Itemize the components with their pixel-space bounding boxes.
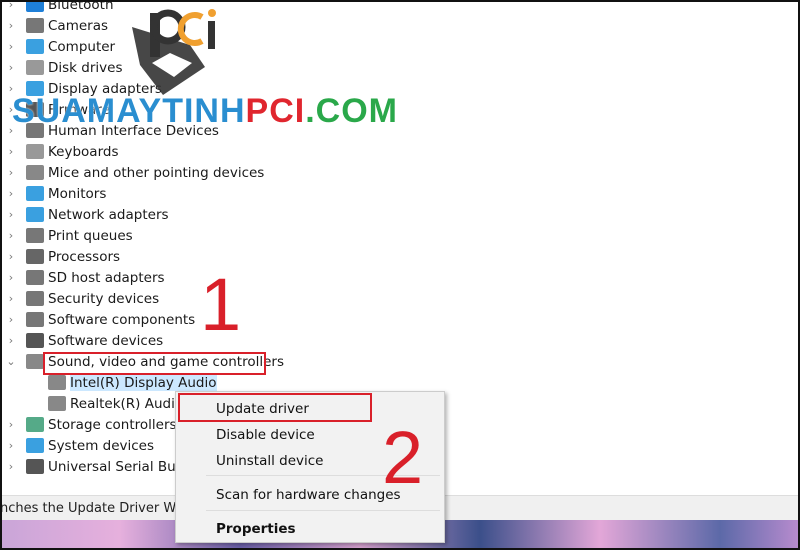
tree-item-label: Software components [48, 311, 196, 328]
camera-icon [26, 18, 44, 33]
chevron-right-icon[interactable]: › [6, 439, 16, 452]
chevron-down-icon[interactable]: ⌄ [6, 355, 16, 368]
tree-item-label: System devices [48, 437, 155, 454]
speaker-icon [48, 396, 66, 411]
chevron-right-icon[interactable]: › [6, 61, 16, 74]
watermark: SUAMAYTINHPCI.COM [12, 92, 398, 131]
tree-item-label: Mice and other pointing devices [48, 164, 265, 181]
tree-item[interactable]: › Print queues [0, 225, 300, 246]
tree-item-label: Network adapters [48, 206, 169, 223]
tree-item-label: Disk drives [48, 59, 123, 76]
pci-logo [132, 9, 216, 95]
processor-icon [26, 249, 44, 264]
menu-separator [206, 510, 440, 511]
chevron-right-icon[interactable]: › [6, 292, 16, 305]
system-icon [26, 438, 44, 453]
chevron-right-icon[interactable]: › [6, 145, 16, 158]
speaker-icon [26, 354, 44, 369]
chevron-right-icon[interactable]: › [6, 187, 16, 200]
disk-drive-icon [26, 60, 44, 75]
tree-item-label: Monitors [48, 185, 107, 202]
tree-item-label: Intel(R) Display Audio [70, 374, 217, 391]
chevron-right-icon[interactable]: › [6, 40, 16, 53]
chevron-right-icon[interactable]: › [6, 418, 16, 431]
tree-item[interactable]: › Software devices [0, 330, 300, 351]
monitor-icon [26, 186, 44, 201]
chevron-right-icon[interactable]: › [6, 250, 16, 263]
usb-icon [26, 459, 44, 474]
tree-item-label: Bluetooth [48, 0, 114, 13]
watermark-part-3: .COM [305, 92, 399, 130]
keyboard-icon [26, 144, 44, 159]
computer-icon [26, 39, 44, 54]
step-number-1: 1 [200, 263, 242, 346]
chevron-right-icon[interactable]: › [6, 166, 16, 179]
tree-item[interactable]: › SD host adapters [0, 267, 300, 288]
network-icon [26, 207, 44, 222]
menu-item-properties[interactable]: Properties [216, 521, 296, 537]
tree-item-label: Cameras [48, 17, 109, 34]
status-text: nches the Update Driver Wiza [0, 501, 195, 516]
chevron-right-icon[interactable]: › [6, 313, 16, 326]
chevron-right-icon[interactable]: › [6, 229, 16, 242]
chevron-right-icon[interactable]: › [6, 271, 16, 284]
tree-item[interactable]: › Keyboards [0, 141, 300, 162]
software-component-icon [26, 312, 44, 327]
software-device-icon [26, 333, 44, 348]
watermark-part-1: SUAMAYTINH [12, 92, 246, 130]
tree-item-label: Print queues [48, 227, 133, 244]
chevron-right-icon[interactable]: › [6, 208, 16, 221]
tree-item-label: SD host adapters [48, 269, 165, 286]
storage-icon [26, 417, 44, 432]
tree-item[interactable]: › Mice and other pointing devices [0, 162, 300, 183]
tree-item-label: Computer [48, 38, 116, 55]
tree-item[interactable]: › Software components [0, 309, 300, 330]
tree-item-label: Storage controllers [48, 416, 177, 433]
tree-item-label: Processors [48, 248, 121, 265]
tree-item-label: Software devices [48, 332, 164, 349]
tree-item-label: Universal Serial Bus c [48, 458, 195, 475]
tree-item[interactable]: › Security devices [0, 288, 300, 309]
chevron-right-icon[interactable]: › [6, 460, 16, 473]
menu-item-disable-device[interactable]: Disable device [216, 427, 315, 443]
tree-item-label: Security devices [48, 290, 160, 307]
tree-item[interactable]: › Monitors [0, 183, 300, 204]
menu-item-scan-hardware[interactable]: Scan for hardware changes [216, 487, 401, 503]
mouse-icon [26, 165, 44, 180]
chevron-right-icon[interactable]: › [6, 0, 16, 11]
tree-item-label: Realtek(R) Audio [70, 395, 184, 412]
speaker-icon [48, 375, 66, 390]
security-icon [26, 291, 44, 306]
tree-item-label: Keyboards [48, 143, 119, 160]
bluetooth-icon [26, 0, 44, 12]
menu-item-uninstall-device[interactable]: Uninstall device [216, 453, 323, 469]
printer-icon [26, 228, 44, 243]
sd-card-icon [26, 270, 44, 285]
tree-item[interactable]: › Network adapters [0, 204, 300, 225]
highlight-box-update-driver [178, 393, 372, 422]
step-number-2: 2 [382, 416, 424, 499]
highlight-box-sound [43, 352, 266, 375]
tree-item[interactable]: › Processors [0, 246, 300, 267]
chevron-right-icon[interactable]: › [6, 19, 16, 32]
watermark-part-2: PCI [245, 92, 306, 130]
chevron-right-icon[interactable]: › [6, 334, 16, 347]
tree-item[interactable]: Intel(R) Display Audio [0, 372, 300, 393]
